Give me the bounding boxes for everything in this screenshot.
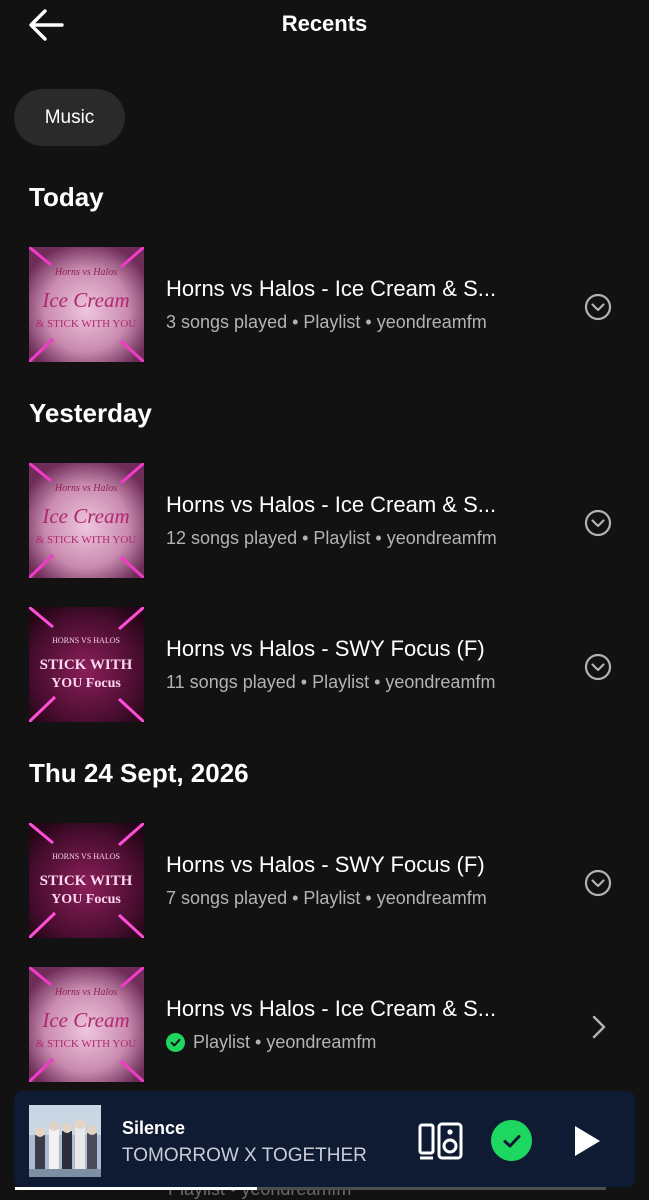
item-subtitle: 11 songs played • Playlist • yeondreamfm: [166, 672, 496, 692]
expand-button[interactable]: [582, 291, 614, 323]
now-playing-bar[interactable]: Silence TOMORROW X TOGETHER: [14, 1091, 635, 1187]
devices-icon: [418, 1122, 463, 1160]
connect-device-button[interactable]: [416, 1120, 466, 1162]
item-title: Horns vs Halos - Ice Cream & S...: [166, 276, 497, 301]
chevron-down-circle-icon: [584, 653, 612, 681]
playback-progress[interactable]: [15, 1187, 606, 1190]
chevron-right-icon: [592, 1015, 606, 1039]
chevron-down-circle-icon: [584, 293, 612, 321]
cover-line3: YOU Focus: [51, 892, 121, 907]
item-title: Horns vs Halos - Ice Cream & S...: [166, 996, 497, 1021]
cover-line2: STICK WITH: [40, 873, 133, 889]
expand-button[interactable]: [582, 651, 614, 683]
track-title: Silence: [122, 1118, 186, 1138]
play-button[interactable]: [567, 1122, 605, 1160]
check-circle-icon: [166, 1033, 185, 1052]
expand-button[interactable]: [582, 867, 614, 899]
chevron-down-circle-icon: [584, 869, 612, 897]
section-title-date: Thu 24 Sept, 2026: [29, 758, 249, 788]
list-item[interactable]: Horns vs Halos Ice Cream & STICK WITH YO…: [0, 463, 649, 579]
playlist-cover: HORNS VS HALOS STICK WITH YOU Focus: [29, 823, 144, 938]
cover-line1: Horns vs Halos: [54, 483, 117, 494]
cover-line2: Ice Cream: [41, 504, 129, 528]
page-title: Recents: [281, 11, 368, 36]
cover-line3: & STICK WITH YOU: [36, 1038, 137, 1050]
cover-line1: HORNS VS HALOS: [52, 852, 120, 861]
item-title: Horns vs Halos - Ice Cream & S...: [166, 492, 497, 517]
play-icon: [575, 1126, 600, 1156]
item-subtitle: 3 songs played • Playlist • yeondreamfm: [166, 312, 487, 332]
chevron-down-circle-icon: [584, 509, 612, 537]
playlist-cover: Horns vs Halos Ice Cream & STICK WITH YO…: [29, 247, 144, 362]
saved-check-button[interactable]: [491, 1120, 532, 1161]
list-item[interactable]: Horns vs Halos Ice Cream & STICK WITH YO…: [0, 967, 649, 1083]
section-title-yesterday: Yesterday: [29, 398, 152, 428]
saved-check-icon: [503, 1134, 520, 1147]
playback-progress-fill: [15, 1187, 258, 1190]
cover-line3: YOU Focus: [51, 676, 121, 691]
cover-line1: Horns vs Halos: [54, 987, 117, 998]
item-title: Horns vs Halos - SWY Focus (F): [166, 636, 485, 661]
item-subtitle: 12 songs played • Playlist • yeondreamfm: [166, 528, 497, 548]
section-title-today: Today: [29, 182, 104, 212]
list-item[interactable]: HORNS VS HALOS STICK WITH YOU Focus Horn…: [0, 823, 649, 939]
cover-line3: & STICK WITH YOU: [36, 318, 137, 330]
playlist-cover: HORNS VS HALOS STICK WITH YOU Focus: [29, 607, 144, 722]
cover-line3: & STICK WITH YOU: [36, 534, 137, 546]
playlist-cover: Horns vs Halos Ice Cream & STICK WITH YO…: [29, 463, 144, 578]
list-item[interactable]: Horns vs Halos Ice Cream & STICK WITH YO…: [0, 247, 649, 363]
item-title: Horns vs Halos - SWY Focus (F): [166, 852, 485, 877]
cover-line1: Horns vs Halos: [54, 267, 117, 278]
open-button[interactable]: [582, 1011, 614, 1043]
item-subtitle: Playlist • yeondreamfm: [193, 1032, 377, 1052]
item-subtitle: 7 songs played • Playlist • yeondreamfm: [166, 888, 487, 908]
list-item[interactable]: HORNS VS HALOS STICK WITH YOU Focus Horn…: [0, 607, 649, 723]
cover-line1: HORNS VS HALOS: [52, 636, 120, 645]
expand-button[interactable]: [582, 507, 614, 539]
music-filter-chip[interactable]: Music: [14, 89, 125, 146]
top-bar: Recents: [0, 0, 649, 50]
item-subtitle-row: Playlist • yeondreamfm: [166, 1032, 376, 1053]
cover-line2: Ice Cream: [41, 288, 129, 312]
cover-line2: STICK WITH: [40, 657, 133, 673]
now-playing-cover: [29, 1105, 101, 1177]
track-artist: TOMORROW X TOGETHER: [122, 1145, 367, 1166]
playlist-cover: Horns vs Halos Ice Cream & STICK WITH YO…: [29, 967, 144, 1082]
cover-line2: Ice Cream: [41, 1008, 129, 1032]
